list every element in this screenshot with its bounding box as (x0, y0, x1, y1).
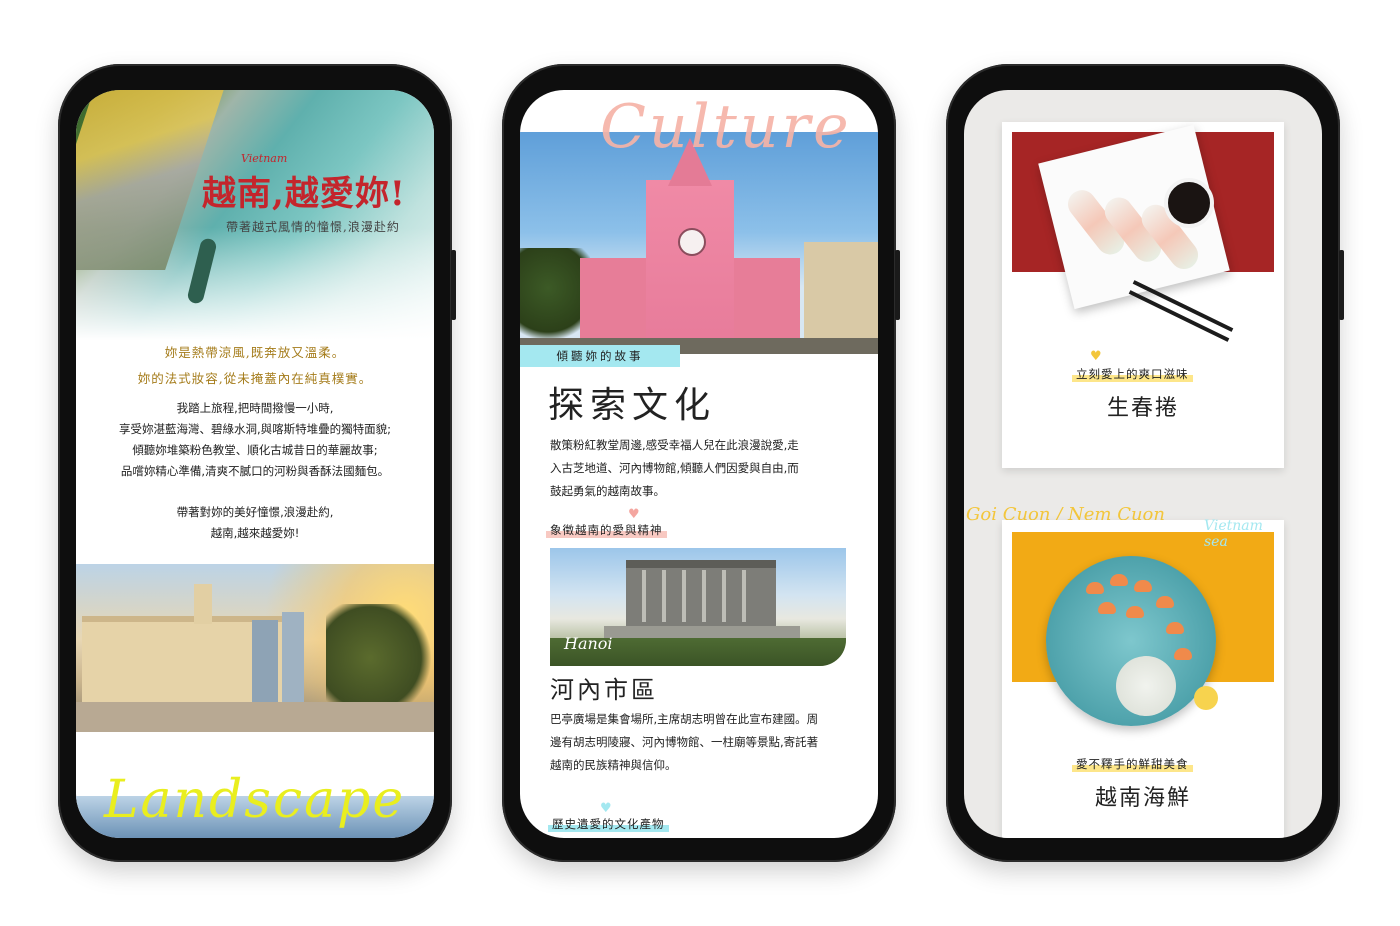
hero-subtitle: 帶著越式風情的憧憬,浪漫赴約 (226, 220, 400, 234)
hanoi-mausoleum-photo: Hanoi (550, 548, 846, 666)
shrimp (1098, 602, 1116, 614)
church-tower (646, 180, 734, 348)
para-line: 散策粉紅教堂周邊,感受幸福人兒在此浪漫說愛,走 (550, 438, 799, 452)
body-line: 傾聽妳堆築粉色教堂、順化古城昔日的華麗故事; (132, 443, 378, 457)
church-clock (678, 228, 706, 256)
body-line: 品嚐妳精心準備,清爽不膩口的河粉與香酥法國麵包。 (120, 464, 390, 478)
church-wing (730, 258, 800, 348)
photo-script-label: Hanoi (564, 634, 613, 653)
card-title: 越南海鮮 (1094, 786, 1191, 811)
card-title: 生春捲 (1106, 396, 1179, 421)
phone-side-button (1339, 250, 1344, 320)
mausoleum-column (662, 570, 666, 622)
section-title: 探索文化 (548, 385, 717, 426)
mausoleum-column (642, 570, 646, 622)
shrimp (1174, 648, 1192, 660)
shrimp (1166, 622, 1184, 634)
side-building (804, 242, 878, 348)
closing-line: 帶著對妳的美好憧憬,浪漫赴約, (176, 505, 334, 519)
food-card-seafood[interactable]: Vietnam sea 愛不釋手的鮮甜美食 越南海鮮 (1002, 518, 1284, 838)
intro-line: 妳的法式妝容,從未掩蓋內在純真樸實。 (137, 371, 373, 386)
hero-river-photo (76, 90, 434, 340)
chopstick (1132, 280, 1234, 332)
shrimp (1110, 574, 1128, 586)
heart-icon: ♥ (1090, 349, 1102, 364)
closing-line: 越南,越來越愛妳! (210, 526, 300, 540)
hero-boat (186, 237, 218, 305)
phone-side-button (895, 250, 900, 320)
shrimp (1086, 582, 1104, 594)
shrimp (1134, 580, 1152, 592)
tag-highlight: 立刻愛上的爽口滋味 (1072, 366, 1193, 382)
hero-title: 越南,越愛妳! (202, 174, 406, 214)
tag-highlight: 歷史遺愛的文化產物 (548, 816, 669, 832)
body-line: 享受妳湛藍海灣、碧綠水洞,與喀斯特堆疊的獨特面貌; (118, 422, 392, 436)
skyscraper (282, 612, 304, 706)
phone-screen[interactable]: ♥ 立刻愛上的爽口滋味 生春捲 Goi Cuon / Nem Cuon Viet… (964, 90, 1322, 838)
phone-screen[interactable]: Culture 傾聽妳的故事 探索文化 散策粉紅教堂周邊,感受幸福人兒在此浪漫說… (520, 90, 878, 838)
para-line: 越南的民族精神與信仰。 (550, 758, 677, 772)
heart-icon: ♥ (600, 801, 612, 816)
mausoleum-column (682, 570, 686, 622)
para-line: 鼓起勇氣的越南故事。 (550, 484, 665, 498)
phone-mockup-food: ♥ 立刻愛上的爽口滋味 生春捲 Goi Cuon / Nem Cuon Viet… (946, 64, 1344, 862)
mausoleum-column (722, 570, 726, 622)
intro-line: 妳是熱帶涼風,既奔放又溫柔。 (164, 345, 346, 360)
tag-highlight: 愛不釋手的鮮甜美食 (1072, 756, 1193, 772)
city-hall-photo (76, 564, 434, 732)
section-script-culture: Culture (600, 92, 852, 162)
para-line: 巴亭廣場是集會場所,主席胡志明曾在此宣布建國。周 (550, 712, 819, 726)
dipping-sauce (1164, 178, 1214, 228)
body-line: 我踏上旅程,把時間撥慢一小時, (176, 401, 334, 415)
section-subtitle: 河內市區 (550, 676, 658, 704)
sea-script-label: Vietnam sea (1204, 518, 1263, 550)
road (76, 702, 434, 732)
shrimp (1156, 596, 1174, 608)
para-line: 入古芝地道、河內博物館,傾聽人們因愛與自由,而 (550, 461, 799, 475)
tag-highlight: 象徵越南的愛與精神 (546, 522, 667, 538)
section-badge: 傾聽妳的故事 (520, 345, 680, 367)
chopstick (1128, 290, 1230, 342)
skyscraper (252, 620, 278, 706)
lemon-slice (1194, 686, 1218, 710)
city-hall-tower (194, 584, 212, 624)
seafood-plate (1046, 556, 1218, 726)
food-card-spring-rolls[interactable]: ♥ 立刻愛上的爽口滋味 生春捲 (1002, 122, 1284, 468)
phone-mockup-culture: Culture 傾聽妳的故事 探索文化 散策粉紅教堂周邊,感受幸福人兒在此浪漫說… (502, 64, 900, 862)
phone-screen[interactable]: Vietnam 越南,越愛妳! 帶著越式風情的憧憬,浪漫赴約 妳是熱帶涼風,既奔… (76, 90, 434, 838)
church-wing (580, 258, 650, 348)
trees (326, 604, 434, 712)
para-line: 邊有胡志明陵寢、河內博物館、一柱廟等景點,寄託著 (550, 735, 819, 749)
dipping-bowl (1116, 656, 1176, 716)
mausoleum-column (742, 570, 746, 622)
phone-mockup-landscape: Vietnam 越南,越愛妳! 帶著越式風情的憧憬,浪漫赴約 妳是熱帶涼風,既奔… (58, 64, 456, 862)
mausoleum-column (702, 570, 706, 622)
heart-icon: ♥ (628, 507, 640, 522)
hero-viet-script: Vietnam (241, 152, 288, 165)
pink-church-photo (520, 132, 878, 354)
shrimp (1126, 606, 1144, 618)
section-script-landscape: Landscape (104, 770, 406, 830)
phone-side-button (451, 250, 456, 320)
